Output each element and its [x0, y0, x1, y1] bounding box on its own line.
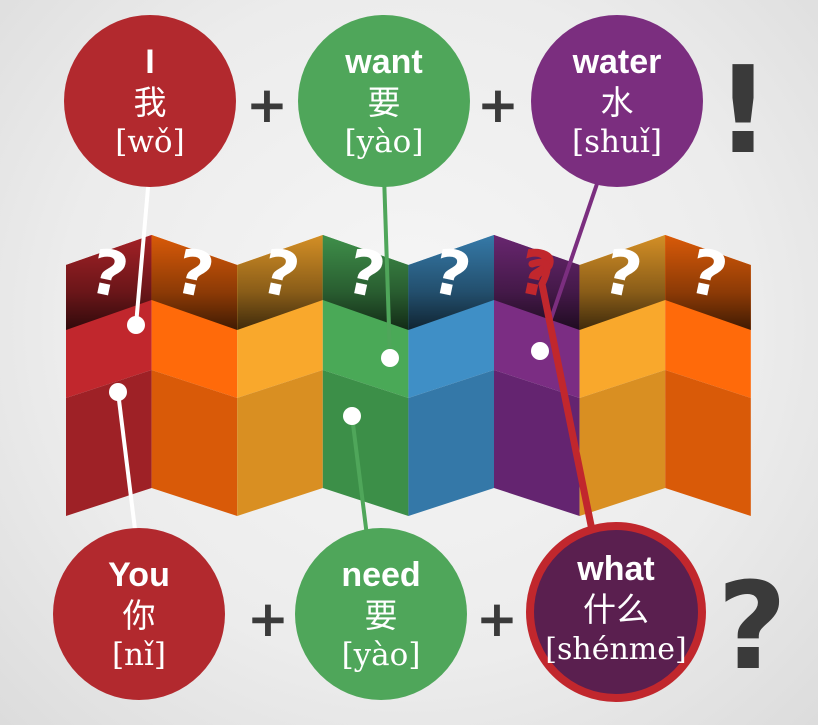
connector-dot-want — [381, 349, 399, 367]
english-word: what — [576, 550, 654, 588]
pinyin: [yào] — [342, 637, 421, 673]
plus-sign: + — [477, 76, 519, 134]
map-panel: ? — [579, 234, 666, 516]
english-word: I — [145, 43, 154, 81]
word-circle-you: You 你 [nǐ] — [53, 528, 225, 700]
word-circle-i: I 我 [wǒ] — [64, 15, 236, 187]
word-circle-what: what 什么 [shénme] — [526, 522, 706, 702]
question-mark: ? — [717, 558, 787, 697]
map-panel: ? — [665, 234, 751, 516]
map-panel: ? — [322, 234, 409, 516]
pinyin: [nǐ] — [112, 637, 166, 673]
english-word: need — [341, 556, 420, 594]
word-circle-water: water 水 [shuǐ] — [531, 15, 703, 187]
hanzi: 你 — [123, 596, 156, 635]
map-panel: ? — [408, 234, 494, 516]
word-circle-need: need 要 [yào] — [295, 528, 467, 700]
pinyin: [shuǐ] — [572, 124, 662, 160]
connector-dot-you — [109, 383, 127, 401]
map-panel: ? — [151, 234, 238, 516]
diagram: ???????? I 我 [wǒ] + want 要 [yào] + water… — [53, 15, 787, 702]
plus-sign: + — [476, 590, 518, 648]
english-word: want — [344, 43, 422, 81]
connector-dot-need — [343, 407, 361, 425]
pinyin: [wǒ] — [115, 124, 184, 160]
connector-dot-i — [127, 316, 145, 334]
hanzi: 什么 — [583, 590, 649, 629]
pinyin: [shénme] — [545, 632, 686, 667]
map-panel: ? — [237, 234, 323, 516]
hanzi: 我 — [134, 83, 167, 122]
english-word: You — [108, 556, 170, 594]
hanzi: 要 — [365, 596, 398, 635]
pinyin: [yào] — [345, 124, 424, 160]
connector-dot-water — [531, 342, 549, 360]
plus-sign: + — [247, 590, 289, 648]
hanzi: 水 — [601, 83, 634, 122]
plus-sign: + — [246, 76, 288, 134]
word-circle-want: want 要 [yào] — [298, 15, 470, 187]
exclamation-mark: ! — [716, 42, 771, 181]
folded-map: ???????? — [66, 234, 751, 516]
hanzi: 要 — [368, 83, 401, 122]
english-word: water — [572, 43, 662, 81]
